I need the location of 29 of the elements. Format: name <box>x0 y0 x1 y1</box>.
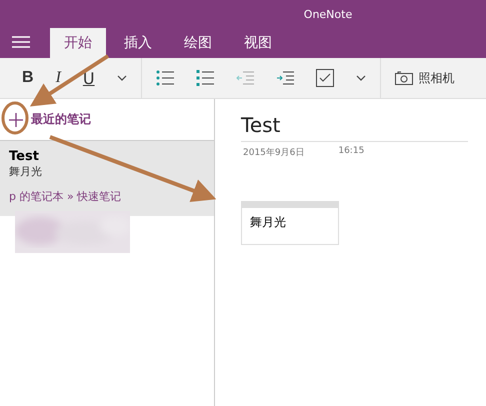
window-title: OneNote <box>302 8 352 20</box>
camera-button[interactable]: 照相机 <box>394 70 455 86</box>
section-title: 最近的笔记 <box>31 111 91 128</box>
bullet-list-icon[interactable] <box>156 70 174 86</box>
page-date: 2015年9月6日 <box>243 146 304 159</box>
note-location: p 的笔记本 » 快速笔记 <box>9 189 122 204</box>
note-text: 舞月光 <box>249 214 287 231</box>
indent-icon[interactable] <box>276 71 294 85</box>
numbered-list-icon[interactable] <box>196 70 214 86</box>
ribbon-tab[interactable]: 绘图 <box>170 28 226 58</box>
plus-icon[interactable] <box>9 112 23 126</box>
chevron-down-icon[interactable] <box>116 75 127 81</box>
ribbon-tab[interactable]: 插入 <box>110 28 166 58</box>
underline-button[interactable]: U <box>82 68 95 88</box>
note-title: Test <box>9 149 40 164</box>
highlight-circle <box>2 102 28 134</box>
note-preview: 舞月光 <box>9 164 43 179</box>
ribbon-tab[interactable]: 视图 <box>230 28 286 58</box>
container-handle[interactable] <box>242 202 338 208</box>
page-time: 16:15 <box>338 146 364 158</box>
note-item[interactable]: Test 舞月光 p 的笔记本 » 快速笔记 <box>0 141 214 216</box>
page-title: Test <box>241 113 468 142</box>
ribbon-tab[interactable]: 开始 <box>50 28 106 58</box>
camera-icon <box>394 71 413 85</box>
bold-button[interactable]: B <box>22 69 34 87</box>
italic-button[interactable]: I <box>56 69 61 87</box>
menu-icon[interactable] <box>12 36 30 48</box>
checkbox-icon[interactable] <box>316 69 334 87</box>
chevron-down-icon[interactable] <box>356 75 366 81</box>
